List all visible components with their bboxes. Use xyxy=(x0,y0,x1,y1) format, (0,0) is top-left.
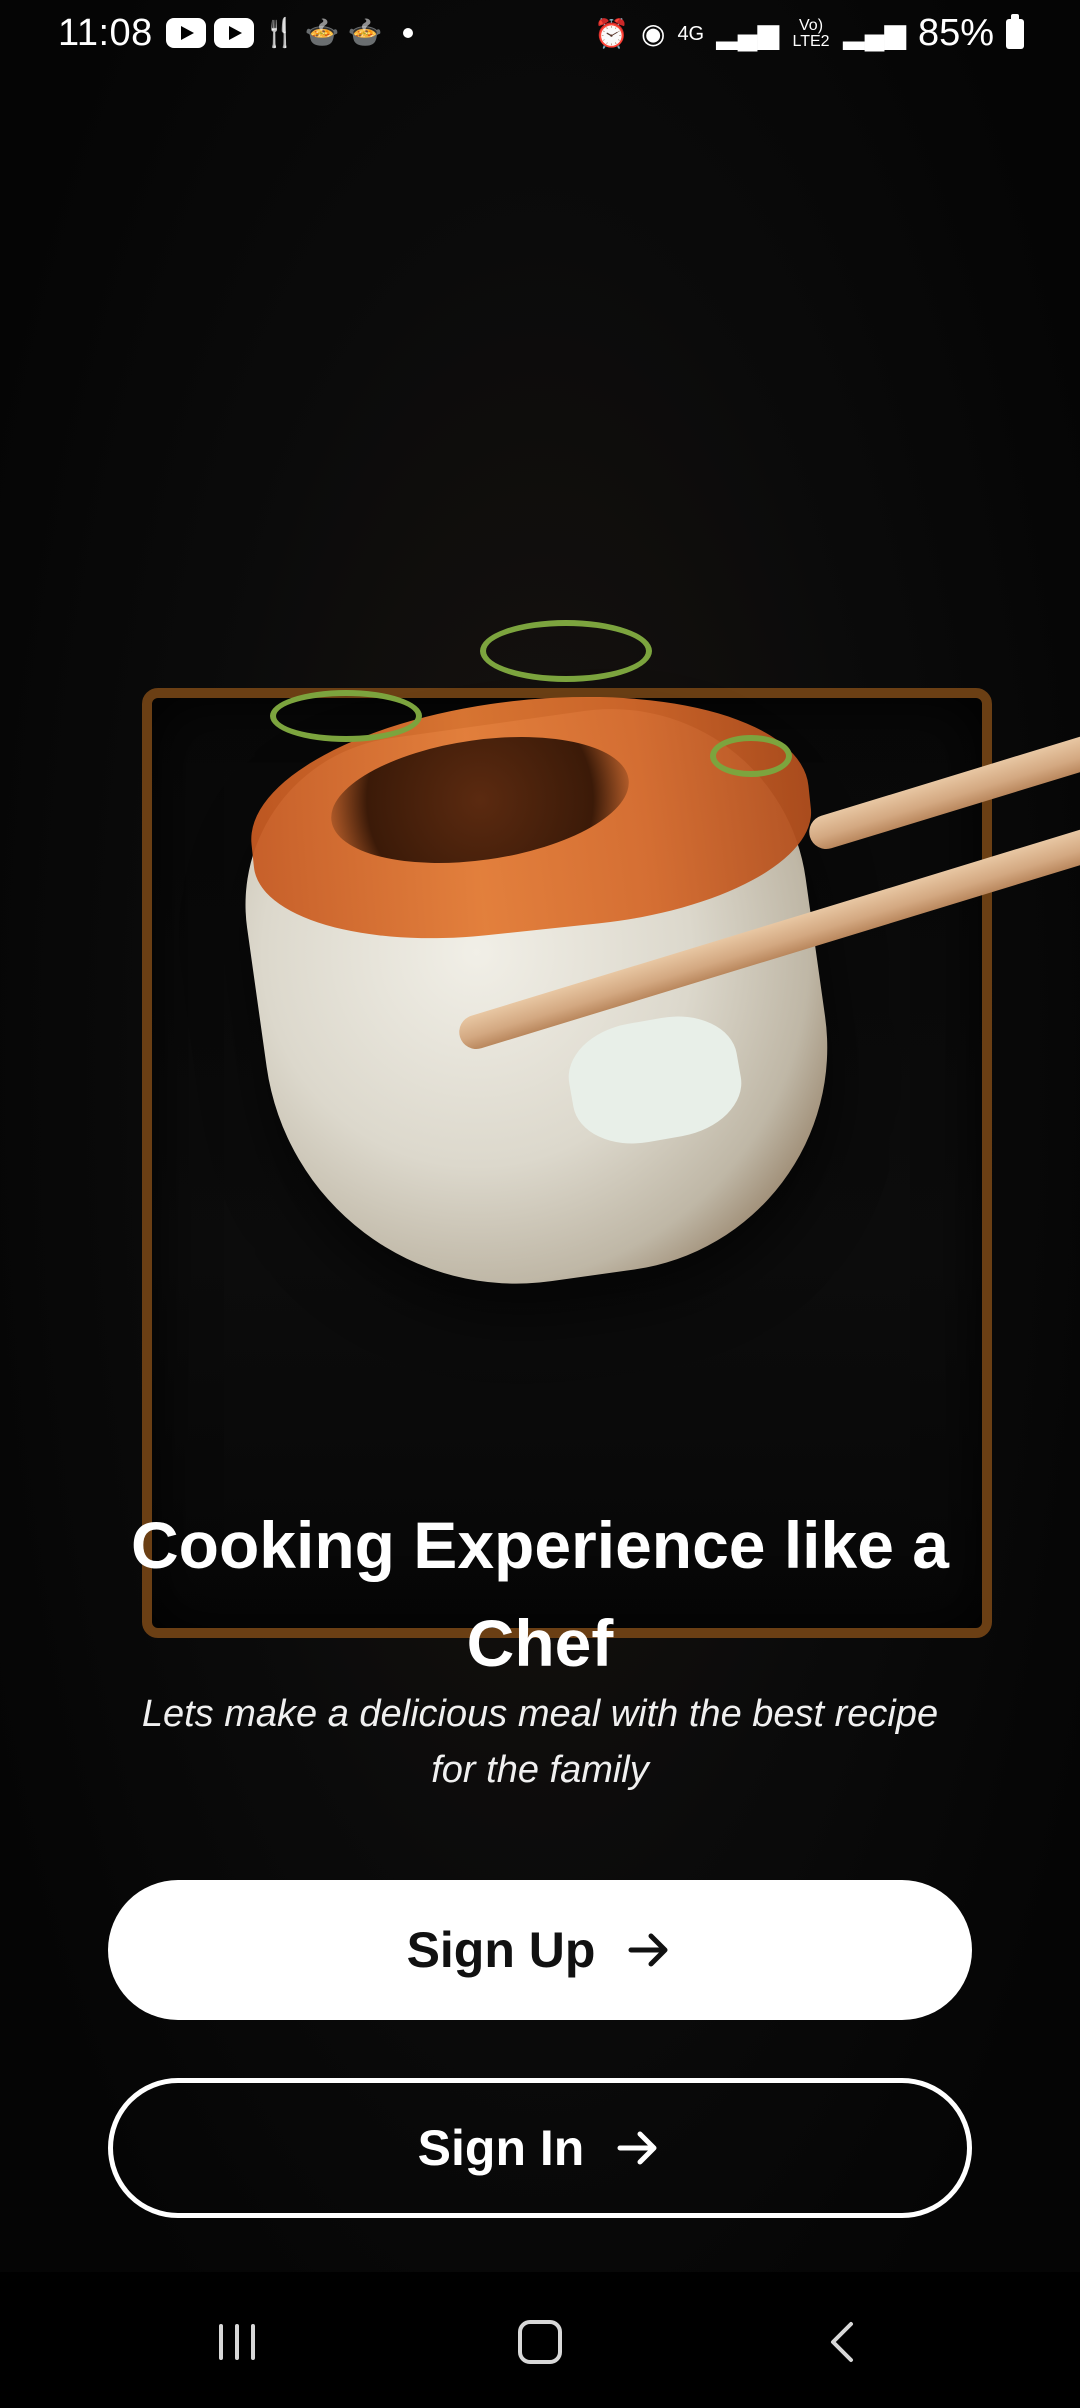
scallion-garnish xyxy=(480,620,652,682)
scallion-garnish xyxy=(270,690,422,742)
sign-in-button[interactable]: Sign In xyxy=(108,2078,972,2218)
bowl-icon: 🍲 xyxy=(304,17,340,48)
welcome-subtitle: Lets make a delicious meal with the best… xyxy=(141,1693,939,1791)
sign-in-label: Sign In xyxy=(417,2120,585,2176)
status-bar: 11:08 🍴 🍲 🍲 ⏰ ◉ 4G ▂▄▆ Vo) LTE2 ▂▄▆ 85% xyxy=(0,0,1080,70)
sign-up-label: Sign Up xyxy=(406,1922,596,1978)
home-icon xyxy=(518,2320,562,2364)
scallion-garnish xyxy=(710,735,792,777)
back-button[interactable] xyxy=(803,2302,883,2382)
recents-button[interactable] xyxy=(197,2302,277,2382)
arrow-right-icon xyxy=(617,2131,657,2165)
arrow-right-icon xyxy=(628,1933,668,1967)
restaurant-icon: 🍴 xyxy=(262,17,297,48)
signal-icon: ▂▄▆ xyxy=(843,18,906,49)
system-icons: ⏰ ◉ 4G ▂▄▆ Vo) LTE2 ▂▄▆ 85% xyxy=(594,12,1024,55)
alarm-icon: ⏰ xyxy=(594,18,629,49)
welcome-screen: 11:08 🍴 🍲 🍲 ⏰ ◉ 4G ▂▄▆ Vo) LTE2 ▂▄▆ 85% xyxy=(0,0,1080,2408)
system-navigation-bar xyxy=(0,2272,1080,2408)
back-icon xyxy=(831,2322,853,2362)
welcome-title: Cooking Experience like a Chef xyxy=(131,1508,949,1680)
recents-icon xyxy=(219,2324,255,2360)
dot-icon xyxy=(402,28,413,38)
youtube-icon xyxy=(166,18,206,48)
battery-icon xyxy=(1006,13,1024,49)
bowl-icon: 🍲 xyxy=(347,17,383,48)
4g-icon: 4G xyxy=(677,22,705,45)
youtube-icon xyxy=(214,18,254,48)
hotspot-icon: ◉ xyxy=(641,18,666,49)
signal-icon: ▂▄▆ xyxy=(716,18,780,49)
volte-icon: Vo) LTE2 xyxy=(792,16,830,50)
notification-icons: 🍴 🍲 🍲 xyxy=(166,18,413,48)
sign-up-button[interactable]: Sign Up xyxy=(108,1880,972,2020)
status-time: 11:08 xyxy=(58,12,153,54)
home-button[interactable] xyxy=(500,2302,580,2382)
battery-percent: 85% xyxy=(917,12,994,54)
